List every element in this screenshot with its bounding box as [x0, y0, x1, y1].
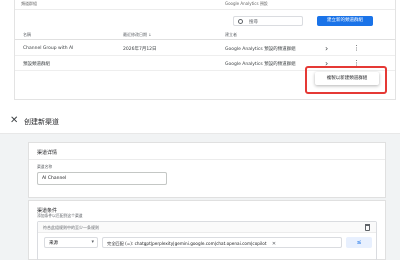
match-type-button[interactable]: ≤: [346, 237, 372, 248]
search-input[interactable]: 搜尋: [233, 16, 303, 26]
close-icon[interactable]: ✕: [10, 115, 18, 126]
condition-group-header: 符合此组规则中的至少一条规则: [38, 222, 376, 233]
header-right-text: Google Analytics 預設: [225, 1, 268, 6]
chevron-down-icon: ▾: [91, 239, 94, 245]
column-header-creator[interactable]: 建立者: [225, 32, 237, 38]
condition-group: 符合此组规则中的至少一条规则 来源 ▾ 完全匹配 (=): chatgpt|pe…: [37, 221, 377, 260]
table-column-headers: 名稱 最近修改日期 ↓ 建立者: [15, 30, 395, 40]
page: 頻道群組 Google Analytics 預設 搜尋 建立新的頻道群組 名稱 …: [0, 0, 400, 260]
condition-value-text: 完全匹配 (=): chatgpt|perplexity|gemini.goog…: [107, 240, 267, 246]
divider: [29, 159, 385, 160]
row-creator: Google Analytics 預設的頻道群組: [225, 62, 296, 67]
delete-icon[interactable]: [365, 223, 370, 231]
row-date: 2026年7月12日: [123, 47, 157, 52]
table-top-header: 頻道群組 Google Analytics 預設: [15, 0, 395, 10]
clear-icon[interactable]: ✕: [272, 241, 276, 247]
create-channel-group-button[interactable]: 建立新的頻道群組: [317, 16, 373, 26]
column-header-name[interactable]: 名稱: [23, 32, 31, 38]
channel-conditions-card: 渠道条件 添加条件以匹配到这个渠道 符合此组规则中的至少一条规则 来源 ▾ 完全…: [28, 200, 386, 260]
row-creator: Google Analytics 預設的頻道群組: [225, 47, 296, 52]
channel-details-card: 渠道详情 渠道名称 AI Channel: [28, 142, 386, 198]
header-left-text: 頻道群組: [21, 1, 37, 6]
row-name: Channel Group with AI: [23, 46, 74, 51]
row-name: 預設頻道群組: [23, 62, 50, 67]
more-vert-icon[interactable]: ⋮: [353, 44, 360, 52]
dialog-title: 创建新渠道: [24, 118, 59, 126]
search-icon: [238, 19, 243, 24]
channel-name-label: 渠道名称: [37, 164, 53, 169]
column-header-modified[interactable]: 最近修改日期 ↓: [123, 32, 152, 38]
copy-to-new-group-menu-item[interactable]: 複製以新建頻道群組: [315, 72, 379, 85]
dialog-header: ✕ 创建新渠道: [0, 110, 400, 134]
search-placeholder: 搜尋: [249, 19, 258, 25]
dimension-value: 来源: [49, 241, 58, 246]
chevron-right-icon[interactable]: ›: [325, 44, 328, 53]
dimension-select[interactable]: 来源 ▾: [44, 237, 98, 248]
channel-name-field[interactable]: AI Channel: [37, 172, 167, 185]
condition-group-header-text: 符合此组规则中的至少一条规则: [43, 225, 99, 230]
table-row[interactable]: Channel Group with AI 2026年7月12日 Google …: [15, 42, 395, 56]
channel-details-title: 渠道详情: [37, 150, 58, 156]
channel-conditions-subtitle: 添加条件以匹配到这个渠道: [37, 213, 83, 218]
condition-value-field[interactable]: 完全匹配 (=): chatgpt|perplexity|gemini.goog…: [102, 237, 342, 248]
